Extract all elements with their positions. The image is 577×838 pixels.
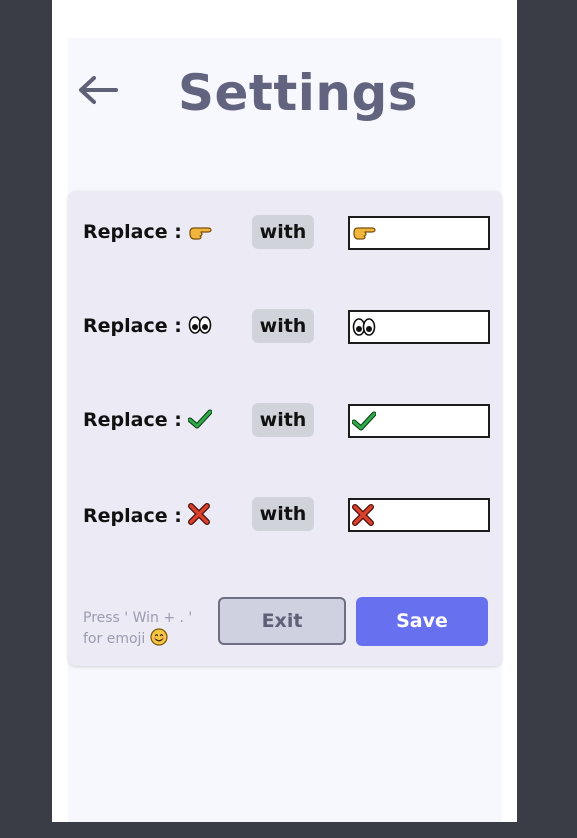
save-button[interactable]: Save xyxy=(356,597,488,646)
replace-label-text: Replace : xyxy=(83,409,182,431)
with-label: with xyxy=(252,215,314,249)
exit-button[interactable]: Exit xyxy=(218,597,346,645)
settings-panel: Settings Replace : with Replace: with R… xyxy=(68,38,502,822)
replacement-row: Replace : with xyxy=(68,402,502,438)
replacement-emoji-input[interactable] xyxy=(348,404,490,438)
replace-label: Replace : xyxy=(83,409,213,434)
replace-label-text: Replace : xyxy=(83,505,182,527)
replace-label: Replace : xyxy=(83,315,212,340)
check-mark-icon xyxy=(187,409,213,434)
eyes-icon xyxy=(188,315,212,340)
replacement-emoji-input[interactable] xyxy=(348,498,490,532)
cross-mark-icon xyxy=(352,504,488,530)
page-title: Settings xyxy=(178,64,419,122)
replacement-row: Replace : with xyxy=(68,308,502,344)
replacement-row: Replace : with xyxy=(68,214,502,250)
with-label: with xyxy=(252,497,314,531)
check-mark-icon xyxy=(351,411,488,435)
pointing-hand-icon xyxy=(352,223,488,245)
emoji-hint: Press ' Win + . ' for emoji xyxy=(83,609,211,652)
eyes-icon xyxy=(352,317,488,341)
smiling-face-icon xyxy=(150,628,168,652)
arrow-left-icon xyxy=(79,76,118,104)
replace-label: Replace : xyxy=(83,503,210,530)
pointing-hand-icon xyxy=(188,223,212,246)
replacements-card: Replace : with Replace: with Replace: … xyxy=(68,191,502,666)
replacement-row: Replace : with xyxy=(68,496,502,532)
with-label: with xyxy=(252,403,314,437)
app-window: Settings Replace : with Replace: with R… xyxy=(52,0,517,822)
back-button[interactable] xyxy=(72,72,122,108)
replace-label-text: Replace : xyxy=(83,221,182,243)
replace-label: Replace : xyxy=(83,221,212,246)
replacement-emoji-input[interactable] xyxy=(348,310,490,344)
emoji-hint-text: Press ' Win + . ' for emoji xyxy=(83,610,193,647)
replacement-emoji-input[interactable] xyxy=(348,216,490,250)
with-label: with xyxy=(252,309,314,343)
replace-label-text: Replace : xyxy=(83,315,182,337)
cross-mark-icon xyxy=(187,503,210,530)
